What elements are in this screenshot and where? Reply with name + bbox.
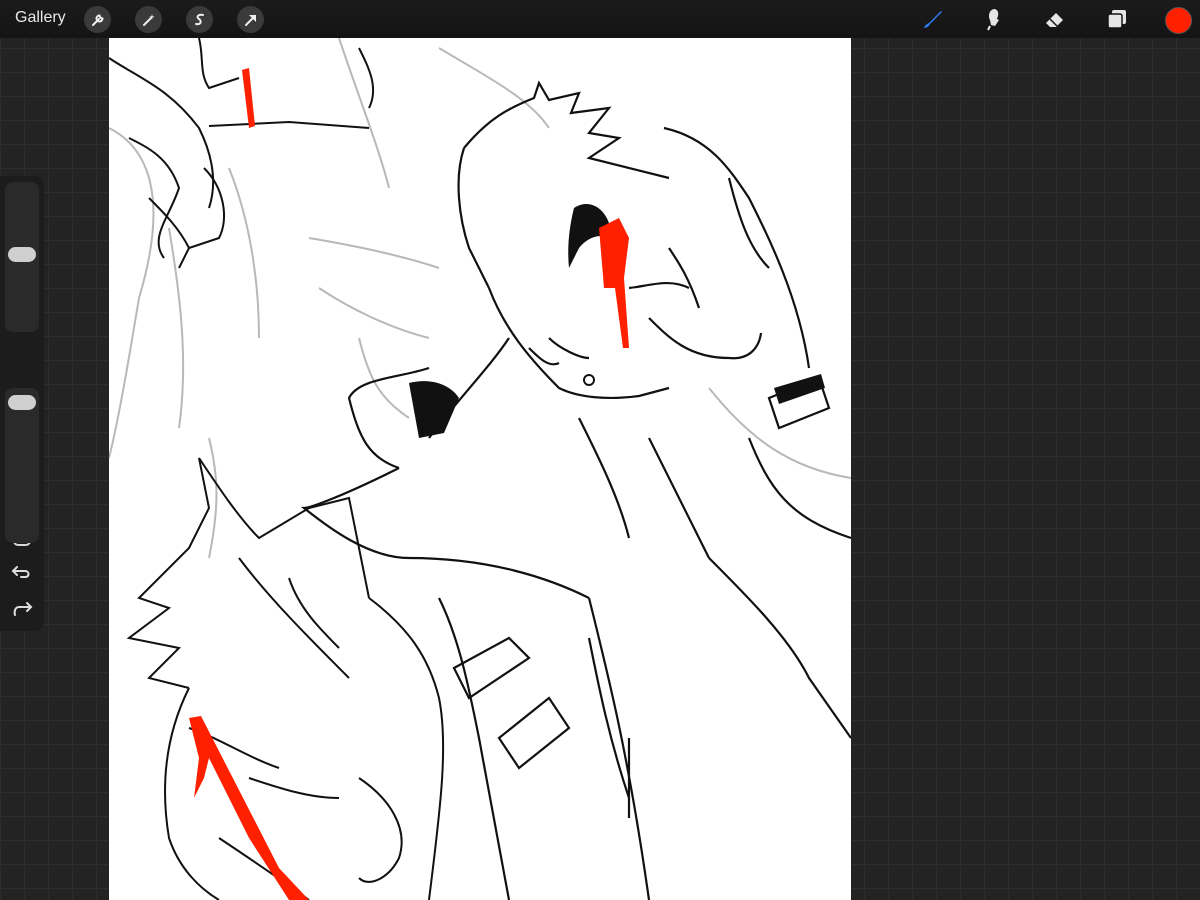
blood-mark-forehead xyxy=(599,218,629,348)
earring xyxy=(583,374,595,386)
blood-mark-top xyxy=(242,68,255,128)
smudge-icon[interactable] xyxy=(979,4,1009,34)
gallery-button[interactable]: Gallery xyxy=(15,9,66,27)
magic-wand-icon[interactable] xyxy=(135,6,162,33)
undo-icon[interactable] xyxy=(11,562,33,582)
redo-icon[interactable] xyxy=(11,600,33,620)
artwork xyxy=(109,38,851,900)
main-figure xyxy=(300,80,851,900)
color-picker-swatch[interactable] xyxy=(1165,7,1192,34)
top-figure xyxy=(109,38,375,269)
eraser-icon[interactable] xyxy=(1040,4,1070,34)
wristband xyxy=(774,374,825,404)
selection-icon[interactable] xyxy=(186,6,213,33)
blood-mark-lower xyxy=(189,716,309,900)
top-toolbar: Gallery xyxy=(0,0,1200,38)
brush-size-thumb[interactable] xyxy=(8,246,36,262)
left-sidebar xyxy=(0,176,44,631)
hood-shadow xyxy=(409,381,459,438)
lower-figure xyxy=(126,457,445,900)
transform-arrow-icon[interactable] xyxy=(237,6,264,33)
brush-icon[interactable] xyxy=(918,4,948,34)
layers-icon[interactable] xyxy=(1102,4,1132,34)
drawing-canvas[interactable] xyxy=(109,38,851,900)
sketch-layer xyxy=(109,38,851,559)
opacity-slider[interactable] xyxy=(5,388,39,543)
wrench-icon[interactable] xyxy=(84,6,111,33)
opacity-thumb[interactable] xyxy=(8,395,36,410)
